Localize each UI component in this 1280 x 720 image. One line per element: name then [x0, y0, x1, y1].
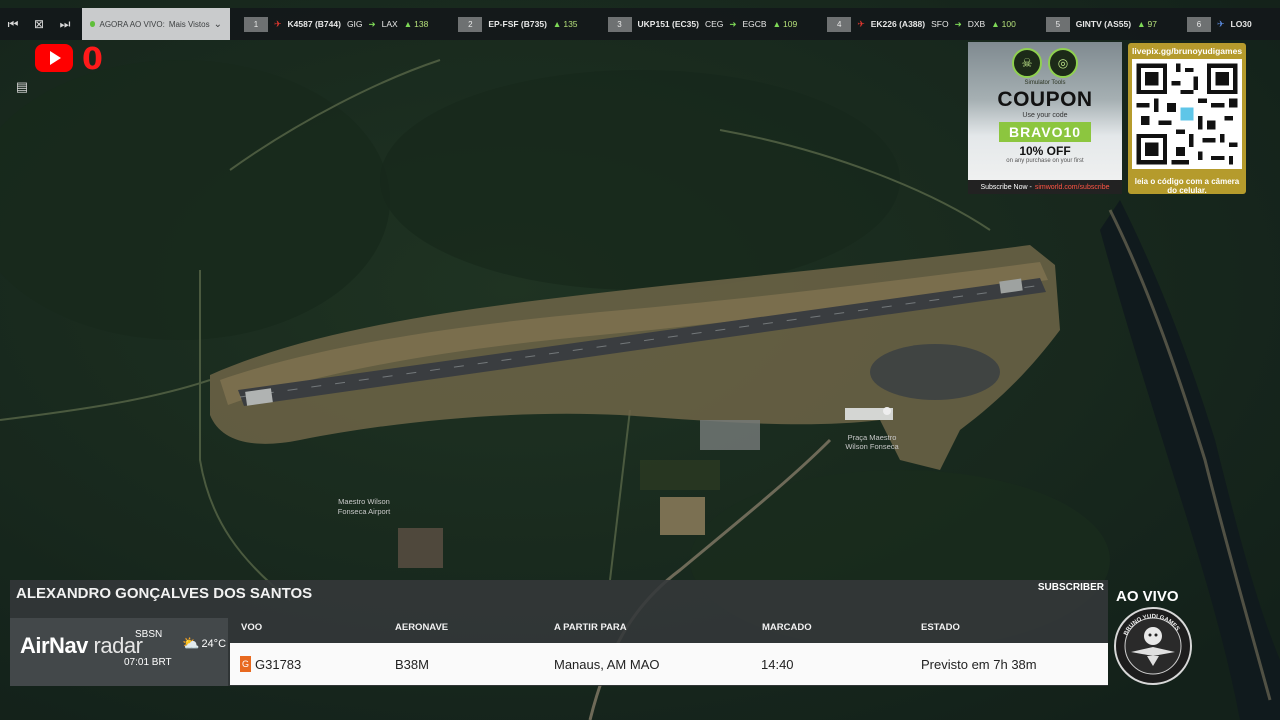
subscriber-label: SUBSCRIBER — [1037, 582, 1104, 593]
flight-rank: 5 — [1045, 16, 1070, 32]
flight-origin: CEG — [704, 19, 724, 29]
ticker-flight[interactable]: 1 ✈ K4587 (B744) GIG ➜ LAX ▲ 138 — [244, 16, 429, 32]
flight-rank: 6 — [1186, 16, 1211, 32]
close-ticker-icon[interactable]: ⊠ — [26, 8, 52, 40]
flight-origin: SFO — [931, 19, 949, 29]
coupon-title: COUPON — [997, 88, 1093, 111]
flight-destination: DXB — [967, 19, 986, 29]
live-label: AGORA AO VIVO: — [99, 19, 165, 29]
skull-logo-icon: ☠ — [1012, 48, 1042, 78]
live-filter-value: Mais Vistos — [168, 19, 210, 29]
flight-destination: EGCB — [742, 19, 767, 29]
weather: ⛅ 24°C — [182, 635, 226, 652]
airport-label-line2: Fonseca Airport — [338, 507, 391, 516]
airport-label: Maestro Wilson — [338, 497, 390, 506]
flight-rank: 4 — [827, 16, 852, 32]
header-flight: VOO — [241, 622, 263, 633]
play-icon — [50, 51, 61, 65]
coupon-fine-print: on any purchase on your first — [1006, 158, 1084, 164]
flight-viewers: 97 — [1147, 19, 1157, 29]
layers-icon[interactable]: ▤ — [8, 74, 36, 100]
skip-back-icon[interactable]: ⏮ — [0, 8, 26, 40]
ticker-flight[interactable]: 5 GINTV (AS55) ▲ 97 — [1045, 16, 1157, 32]
youtube-play-button[interactable] — [35, 44, 73, 72]
flight-ticker: ⏮ ⊠ ⏭ AGORA AO VIVO: Mais Vistos ⌄ 1 ✈ K… — [0, 8, 1280, 40]
ticker-flight[interactable]: 3 UKP151 (EC35) CEG ➜ EGCB ▲ 109 — [607, 16, 798, 32]
flight-callsign: EP-FSF (B735) — [488, 19, 547, 29]
skip-forward-icon[interactable]: ⏭ — [52, 8, 78, 40]
coupon-discount: 10% OFF — [1019, 144, 1071, 158]
pilot-name: ALEXANDRO GONÇALVES DOS SANTOS — [16, 585, 313, 602]
cell-aircraft: B38M — [395, 657, 429, 672]
viewers-icon: ▲ — [403, 19, 413, 29]
cell-scheduled: 14:40 — [761, 657, 794, 672]
flight-info-panel: ALEXANDRO GONÇALVES DOS SANTOS SUBSCRIBE… — [10, 580, 1108, 686]
flight-viewers: 100 — [1001, 19, 1016, 29]
ticker-flight[interactable]: 6 ✈ LO30 — [1186, 16, 1252, 32]
cell-status: Previsto em 7h 38m — [921, 657, 1037, 672]
flight-viewers: 135 — [563, 19, 578, 29]
flight-callsign: EK226 (A388) — [870, 19, 926, 29]
brand-main: AirNav — [20, 633, 88, 658]
header-status: ESTADO — [921, 622, 960, 633]
coupon-footer-label: Subscribe Now - — [980, 183, 1032, 191]
flight-callsign: LO30 — [1230, 19, 1252, 29]
qr-code-icon — [1132, 59, 1242, 169]
cloud-sun-icon: ⛅ — [182, 635, 200, 651]
viewers-icon: ▲ — [991, 19, 1000, 29]
flight-viewers: 138 — [414, 19, 429, 29]
viewers-icon: ▲ — [552, 19, 562, 29]
header-departing-to: A PARTIR PARA — [554, 622, 627, 633]
channel-badge: BRUNO YUDI GAMES — [1114, 607, 1192, 685]
ticker-flight[interactable]: 2 EP-FSF (B735) ▲ 135 — [458, 16, 578, 32]
flight-callsign: GINTV (AS55) — [1075, 19, 1132, 29]
qr-caption: leia o código com a câmera do celular. — [1134, 177, 1240, 196]
coupon-code: BRAVO10 — [998, 122, 1092, 142]
arrow-right-icon: ➜ — [954, 18, 962, 29]
flight-callsign: UKP151 (EC35) — [637, 19, 699, 29]
qr-url: livepix.gg/brunoyudigames — [1132, 46, 1243, 56]
plane-icon: ✈ — [1216, 18, 1225, 29]
live-filter-dropdown[interactable]: AGORA AO VIVO: Mais Vistos ⌄ — [82, 8, 230, 40]
flight-callsign: K4587 (B744) — [287, 19, 341, 29]
temperature: 24°C — [201, 637, 227, 650]
terminal-label: Praça Maestro — [848, 433, 897, 442]
arrow-right-icon: ➜ — [368, 18, 376, 29]
youtube-counter: 0 — [82, 42, 103, 77]
header-scheduled: MARCADO — [762, 622, 812, 633]
coupon-brand: Simulator Tools — [1024, 80, 1066, 86]
airport-icao: SBSN — [135, 629, 163, 640]
local-time: 07:01 BRT — [124, 657, 172, 668]
flight-rank: 2 — [458, 16, 483, 32]
flight-viewers: 109 — [783, 19, 798, 29]
header-aircraft: AERONAVE — [395, 622, 449, 633]
coupon-footer: Subscribe Now - simworld.com/subscribe — [968, 180, 1122, 194]
flight-rank: 1 — [244, 16, 268, 32]
terminal-label-line2: Wilson Fonseca — [845, 442, 899, 451]
qr-donation-panel[interactable]: livepix.gg/brunoyudigames leia o código … — [1128, 43, 1246, 196]
live-label-bottom: AO VIVO — [1116, 588, 1179, 605]
flight-rank: 3 — [607, 16, 632, 32]
airnav-logo: AirNav radar — [20, 633, 143, 659]
table-row[interactable]: G G31783 B38M Manaus, AM MAO 14:40 Previ… — [230, 643, 1108, 685]
coupon-subtitle: Use your code — [1022, 112, 1068, 119]
flight-destination: LAX — [381, 19, 398, 29]
gol-airline-logo-icon: G — [240, 656, 251, 672]
plane-icon: ✈ — [857, 18, 865, 29]
plane-icon: ✈ — [274, 18, 282, 29]
live-dot-icon — [90, 21, 96, 27]
viewers-icon: ▲ — [1137, 19, 1146, 29]
chevron-down-icon: ⌄ — [213, 18, 222, 30]
viewers-icon: ▲ — [772, 19, 782, 29]
target-logo-icon: ◎ — [1048, 48, 1078, 78]
coupon-ad[interactable]: ☠ ◎ Simulator Tools COUPON Use your code… — [968, 42, 1122, 194]
cell-flight: G31783 — [255, 657, 302, 672]
coupon-footer-url: simworld.com/subscribe — [1034, 183, 1110, 191]
ticker-flight[interactable]: 4 ✈ EK226 (A388) SFO ➜ DXB ▲ 100 — [827, 16, 1016, 32]
flight-origin: GIG — [346, 19, 363, 29]
arrow-right-icon: ➜ — [729, 18, 737, 29]
cell-departing-to: Manaus, AM MAO — [554, 657, 660, 672]
